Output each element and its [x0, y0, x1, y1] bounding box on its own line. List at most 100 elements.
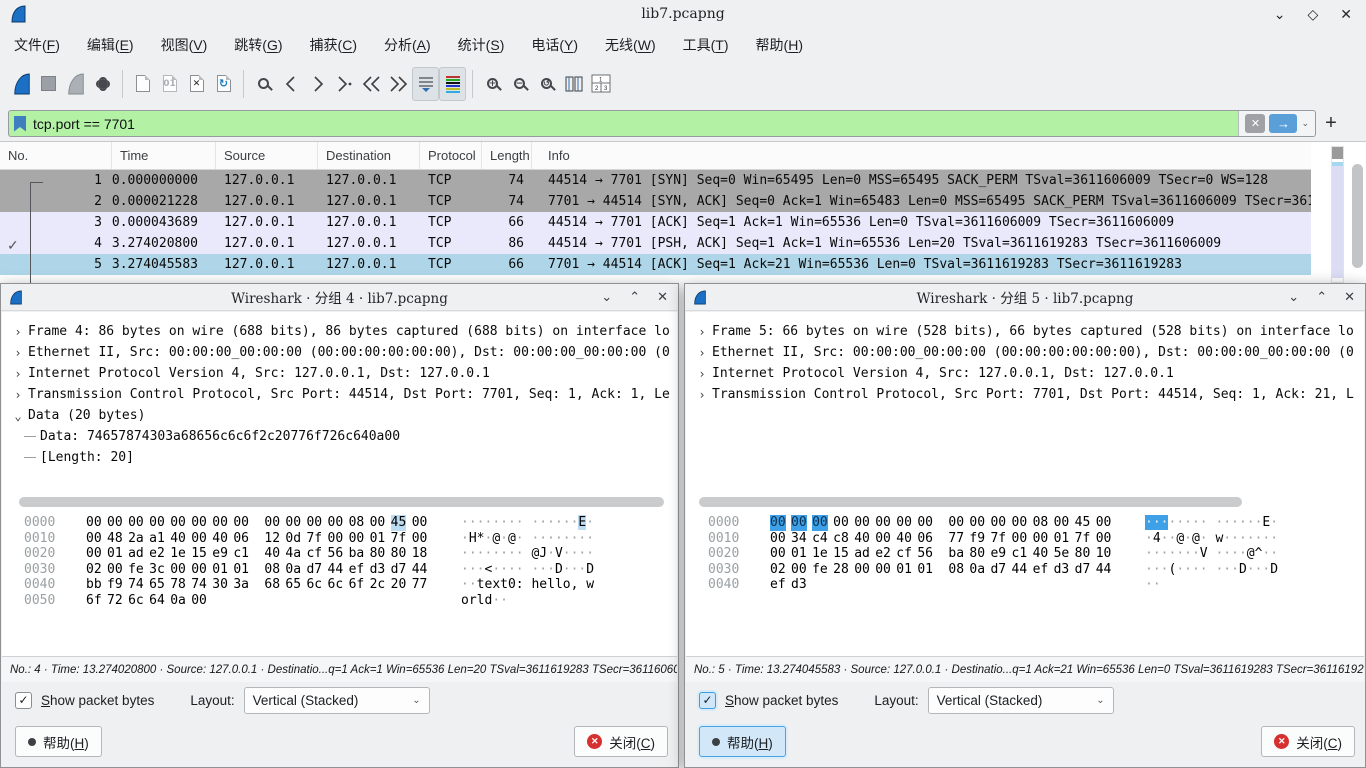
- auto-scroll-icon[interactable]: [412, 67, 439, 101]
- collapse-icon[interactable]: ⌄: [10, 409, 26, 423]
- hex-byte[interactable]: 00: [285, 515, 301, 531]
- show-packet-bytes-checkbox[interactable]: ✓: [699, 692, 716, 709]
- hex-row[interactable]: 00100034c4c84000400677f97f0000017f00·4··…: [686, 531, 1364, 547]
- zoom-reset-icon[interactable]: ↺: [533, 67, 560, 101]
- hex-byte[interactable]: 01: [791, 546, 807, 562]
- menu-item-g[interactable]: 跳转(G): [234, 35, 282, 55]
- column-header-protocol[interactable]: Protocol: [420, 142, 482, 169]
- column-header-no[interactable]: No.: [0, 142, 112, 169]
- hex-row[interactable]: 0040bbf974657874303a68656c6c6f2c2077··te…: [2, 577, 677, 593]
- hex-byte[interactable]: ad: [128, 546, 144, 562]
- hex-byte[interactable]: 00: [1033, 531, 1049, 547]
- zoom-out-icon[interactable]: −: [506, 67, 533, 101]
- scrollbar-thumb[interactable]: [699, 497, 1242, 507]
- hex-byte[interactable]: ba: [349, 546, 365, 562]
- hex-row[interactable]: 000000000000000000000000000008004500····…: [686, 515, 1364, 531]
- hex-byte[interactable]: c4: [812, 531, 828, 547]
- tree-row[interactable]: Data: 74657874303a68656c6c6f2c20776f726c…: [2, 426, 677, 447]
- hex-byte[interactable]: 40: [896, 531, 912, 547]
- hex-byte[interactable]: 4a: [285, 546, 301, 562]
- hex-byte[interactable]: 00: [191, 531, 207, 547]
- hex-byte[interactable]: 78: [170, 577, 186, 593]
- hex-byte[interactable]: 08: [349, 515, 365, 531]
- hex-byte[interactable]: 00: [128, 515, 144, 531]
- hex-byte[interactable]: 80: [1075, 546, 1091, 562]
- tree-row[interactable]: ›Frame 5: 66 bytes on wire (528 bits), 6…: [686, 321, 1364, 342]
- hex-byte[interactable]: e9: [990, 546, 1006, 562]
- menu-item-h[interactable]: 帮助(H): [756, 35, 803, 55]
- hex-byte[interactable]: f9: [107, 577, 123, 593]
- start-capture-icon[interactable]: [8, 67, 35, 101]
- hex-byte[interactable]: 0a: [170, 593, 186, 609]
- main-titlebar[interactable]: lib7.pcapng ⌄ ◇ ✕: [0, 0, 1366, 28]
- close-button[interactable]: ✕关闭(C): [1261, 726, 1355, 757]
- hex-byte[interactable]: 6c: [328, 577, 344, 593]
- hex-byte[interactable]: 00: [328, 515, 344, 531]
- hex-byte[interactable]: 7f: [391, 531, 407, 547]
- hex-byte[interactable]: 0a: [285, 562, 301, 578]
- column-header-source[interactable]: Source: [216, 142, 318, 169]
- hex-byte[interactable]: 00: [1096, 531, 1112, 547]
- hex-byte[interactable]: d7: [1075, 562, 1091, 578]
- hex-byte[interactable]: 00: [107, 515, 123, 531]
- hex-byte[interactable]: 00: [170, 515, 186, 531]
- packet-row-2[interactable]: 20.000021228127.0.0.1127.0.0.1TCP747701 …: [0, 191, 1311, 212]
- hex-byte[interactable]: ef: [770, 577, 786, 593]
- tree-row[interactable]: ›Frame 4: 86 bytes on wire (688 bits), 8…: [2, 321, 677, 342]
- menu-item-e[interactable]: 编辑(E): [87, 35, 134, 55]
- hex-byte[interactable]: 00: [854, 515, 870, 531]
- hex-byte[interactable]: 0d: [285, 531, 301, 547]
- menu-item-t[interactable]: 工具(T): [683, 35, 729, 55]
- hex-byte[interactable]: 00: [770, 546, 786, 562]
- menu-item-y[interactable]: 电话(Y): [531, 35, 578, 55]
- hex-byte[interactable]: 65: [149, 577, 165, 593]
- hex-byte[interactable]: 80: [391, 546, 407, 562]
- hex-byte[interactable]: ef: [1033, 562, 1049, 578]
- hex-byte[interactable]: 40: [170, 531, 186, 547]
- packet-list-header[interactable]: No.TimeSourceDestinationProtocolLengthIn…: [0, 142, 1311, 170]
- hex-byte[interactable]: 00: [791, 515, 807, 531]
- hex-byte[interactable]: 00: [875, 562, 891, 578]
- hex-row[interactable]: 0040efd3··: [686, 577, 1364, 593]
- hex-byte[interactable]: 00: [1054, 515, 1070, 531]
- hex-byte[interactable]: 00: [1012, 531, 1028, 547]
- hex-byte[interactable]: 7f: [306, 531, 322, 547]
- hex-row[interactable]: 002000011e15ade2cf56ba80e9c1405e8010····…: [686, 546, 1364, 562]
- hex-byte[interactable]: 3c: [149, 562, 165, 578]
- hex-byte[interactable]: 18: [412, 546, 428, 562]
- hex-byte[interactable]: 00: [212, 515, 228, 531]
- hex-byte[interactable]: d7: [391, 562, 407, 578]
- close-icon[interactable]: ✕: [1344, 289, 1355, 305]
- find-packet-icon[interactable]: [250, 67, 277, 101]
- hex-byte[interactable]: 02: [770, 562, 786, 578]
- hex-byte[interactable]: 5e: [1054, 546, 1070, 562]
- hex-byte[interactable]: 20: [391, 577, 407, 593]
- hex-byte[interactable]: c1: [1012, 546, 1028, 562]
- filter-clear-icon[interactable]: ✕: [1245, 114, 1265, 133]
- hex-byte[interactable]: 00: [412, 515, 428, 531]
- close-file-icon[interactable]: ✕: [183, 67, 210, 101]
- hex-byte[interactable]: 44: [412, 562, 428, 578]
- hex-byte[interactable]: 7f: [990, 531, 1006, 547]
- menu-item-s[interactable]: 统计(S): [458, 35, 505, 55]
- column-header-time[interactable]: Time: [112, 142, 216, 169]
- hex-byte[interactable]: 00: [191, 562, 207, 578]
- hex-byte[interactable]: 00: [86, 546, 102, 562]
- tree-row[interactable]: ›Ethernet II, Src: 00:00:00_00:00:00 (00…: [686, 342, 1364, 363]
- go-back-icon[interactable]: [277, 67, 304, 101]
- hex-byte[interactable]: 06: [917, 531, 933, 547]
- hex-byte[interactable]: 00: [770, 515, 786, 531]
- scrollbar-thumb[interactable]: [1352, 164, 1363, 268]
- close-icon[interactable]: ✕: [657, 289, 668, 305]
- hex-byte[interactable]: 7f: [1075, 531, 1091, 547]
- hex-byte[interactable]: 45: [1075, 515, 1091, 531]
- hex-byte[interactable]: 1e: [170, 546, 186, 562]
- help-button[interactable]: 帮助(H): [15, 726, 102, 757]
- hex-byte[interactable]: 00: [370, 515, 386, 531]
- filter-bookmark-icon[interactable]: [14, 116, 26, 132]
- hex-byte[interactable]: 01: [370, 531, 386, 547]
- hex-byte[interactable]: 00: [149, 515, 165, 531]
- hex-byte[interactable]: 08: [948, 562, 964, 578]
- hex-byte[interactable]: cf: [306, 546, 322, 562]
- hex-byte[interactable]: 00: [107, 562, 123, 578]
